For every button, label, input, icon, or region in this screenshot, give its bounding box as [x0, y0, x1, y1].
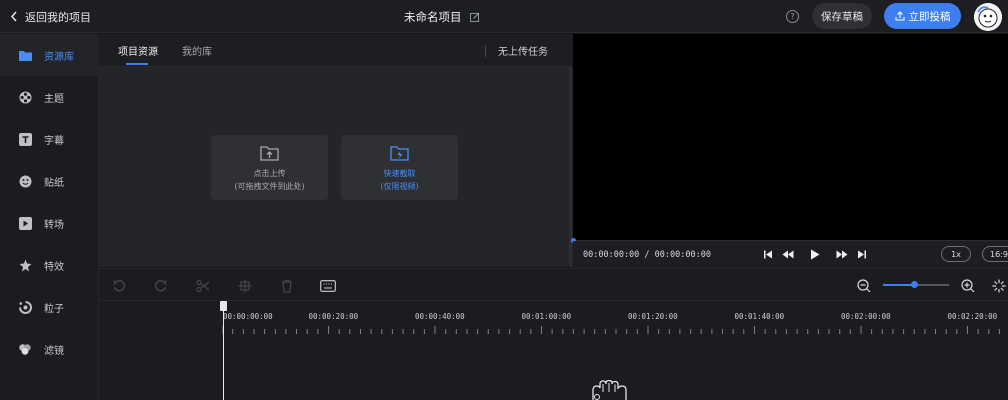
timeline-ruler-ticks	[222, 326, 1000, 334]
skip-to-start-icon[interactable]	[761, 248, 775, 261]
playback-controls: 00:00:00:00 / 00:00:00:00 1x 16:9	[573, 241, 1008, 268]
sidebar-item-label: 粒子	[44, 303, 64, 315]
sidebar-item-label: 主题	[44, 93, 64, 105]
effects-icon	[18, 258, 32, 272]
sidebar-item-label: 滤镜	[44, 345, 64, 357]
sidebar-item-transition[interactable]: 转场	[0, 202, 99, 244]
sidebar-item-theme[interactable]: 主题	[0, 76, 99, 118]
step-forward-icon[interactable]	[835, 248, 849, 261]
play-icon[interactable]	[808, 248, 822, 261]
upload-icon	[894, 11, 905, 21]
transition-icon	[18, 216, 32, 230]
timeline-ruler-label: 00:01:20:00	[628, 312, 678, 321]
zoom-in-icon[interactable]	[960, 278, 976, 294]
cloud-upload-icon	[259, 145, 279, 161]
quick-capture-card[interactable]: 快速截取 (仅限视频)	[341, 135, 458, 200]
upload-card-title: 点击上传	[253, 168, 286, 178]
crop-icon[interactable]	[237, 278, 253, 294]
edit-icon[interactable]	[469, 12, 480, 22]
drag-hint-hand-icon	[592, 380, 627, 400]
upload-card-hint: (可拖拽文件到此处)	[234, 181, 305, 191]
timeline-ruler-label: 00:02:20:00	[947, 312, 998, 321]
filter-icon	[18, 342, 32, 356]
chevron-left-icon	[10, 11, 17, 22]
delete-icon[interactable]	[279, 278, 295, 294]
publish-label: 立即投稿	[908, 10, 951, 23]
active-tab-indicator	[126, 63, 148, 65]
upload-task-status: 无上传任务	[485, 34, 548, 67]
sidebar-item-subtitle[interactable]: 字幕	[0, 118, 99, 160]
playhead-line[interactable]	[223, 306, 224, 400]
top-bar: 返回我的项目 未命名项目 ? 保存草稿 立即投稿	[0, 0, 1008, 33]
redo-icon[interactable]	[153, 278, 169, 294]
folder-icon	[18, 48, 32, 62]
sidebar-item-label: 字幕	[44, 135, 64, 147]
sidebar-item-label: 资源库	[44, 51, 74, 63]
tab-my-library[interactable]: 我的库	[182, 34, 212, 67]
theme-icon	[18, 90, 32, 104]
sidebar-item-library[interactable]: 资源库	[0, 34, 99, 76]
video-preview[interactable]	[573, 34, 1008, 241]
sidebar: 资源库 主题 字幕 贴纸 转场 特效 粒子 滤镜	[0, 34, 99, 400]
capture-card-title: 快速截取	[383, 168, 416, 178]
timeline-toolbar	[99, 268, 1008, 301]
back-to-projects-button[interactable]: 返回我的项目	[10, 0, 91, 33]
sticker-icon	[18, 174, 32, 188]
undo-icon[interactable]	[111, 278, 127, 294]
upload-card[interactable]: 点击上传 (可拖拽文件到此处)	[211, 135, 328, 200]
resource-panel	[99, 67, 573, 267]
playhead-handle[interactable]	[220, 301, 227, 311]
timeline-ruler-label: 00:00:40:00	[415, 312, 465, 321]
timeline-ruler-label: 00:00:00:00	[223, 312, 273, 321]
sidebar-item-sticker[interactable]: 贴纸	[0, 160, 99, 202]
folder-lightning-icon	[389, 145, 409, 161]
project-title: 未命名项目	[404, 9, 462, 24]
divider	[485, 44, 486, 57]
save-draft-button[interactable]: 保存草稿	[812, 3, 872, 29]
fit-timeline-icon[interactable]	[991, 278, 1007, 294]
zoom-slider-fill	[883, 284, 915, 286]
zoom-out-icon[interactable]	[856, 278, 872, 294]
sidebar-item-filter[interactable]: 滤镜	[0, 328, 99, 370]
sidebar-item-effects[interactable]: 特效	[0, 244, 99, 286]
sidebar-item-label: 贴纸	[44, 177, 64, 189]
timeline-ruler-label: 00:01:00:00	[521, 312, 572, 321]
scissors-icon[interactable]	[195, 278, 211, 294]
timeline-ruler-label: 00:00:20:00	[308, 312, 359, 321]
particle-icon	[18, 300, 32, 314]
timeline-ruler-label: 00:01:40:00	[734, 312, 785, 321]
timecode: 00:00:00:00 / 00:00:00:00	[583, 249, 711, 260]
avatar[interactable]	[974, 3, 1002, 31]
step-back-icon[interactable]	[781, 248, 795, 261]
sidebar-item-label: 特效	[44, 261, 64, 273]
timeline-ruler-label: 00:02:00:00	[841, 312, 891, 321]
speed-selector[interactable]: 1x	[941, 246, 971, 262]
back-label: 返回我的项目	[25, 10, 91, 24]
sidebar-item-label: 转场	[44, 219, 64, 231]
upload-task-label: 无上传任务	[498, 47, 548, 58]
capture-card-hint: (仅限视频)	[380, 181, 419, 191]
help-icon[interactable]: ?	[786, 10, 799, 23]
publish-button[interactable]: 立即投稿	[884, 3, 961, 29]
skip-to-end-icon[interactable]	[855, 248, 869, 261]
resource-tabs: 项目资源 我的库 无上传任务	[99, 34, 657, 67]
keyboard-icon[interactable]	[320, 278, 336, 294]
sidebar-item-particle[interactable]: 粒子	[0, 286, 99, 328]
aspect-ratio-selector[interactable]: 16:9	[982, 246, 1008, 262]
panel-scrollbar[interactable]	[569, 67, 572, 267]
subtitle-icon	[18, 132, 32, 146]
